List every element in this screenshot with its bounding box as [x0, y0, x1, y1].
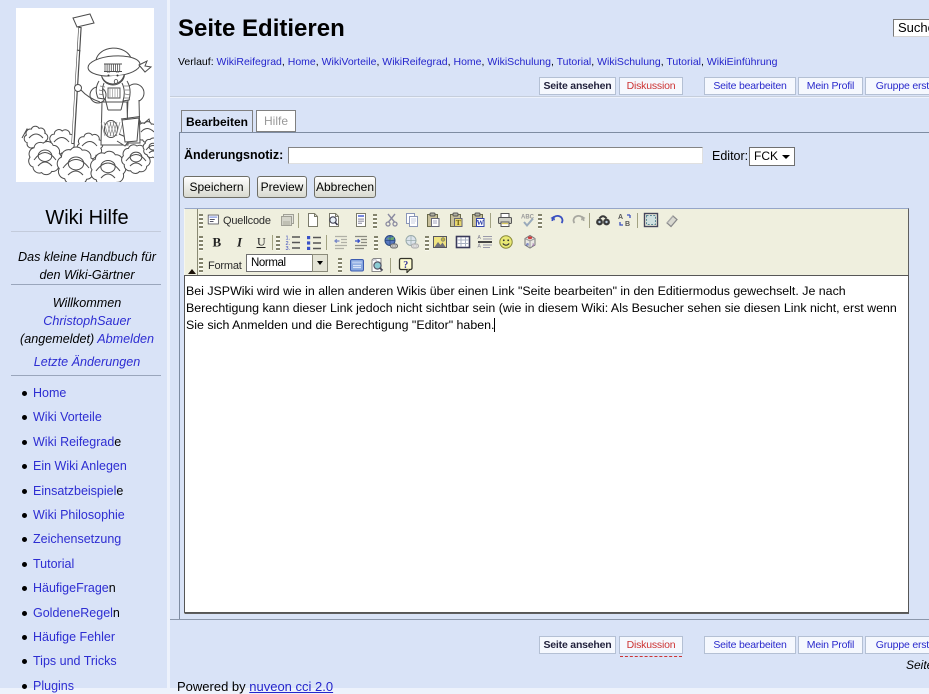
- svg-text:A: A: [618, 214, 623, 221]
- svg-text:A: A: [478, 235, 482, 241]
- svg-text:?: ?: [403, 260, 408, 271]
- svg-text:T: T: [456, 218, 461, 227]
- svg-text:B: B: [213, 235, 222, 250]
- svg-text:3.: 3.: [286, 246, 291, 250]
- svg-text:A: A: [478, 244, 482, 250]
- svg-text:a: a: [526, 242, 529, 248]
- svg-text:B: B: [625, 221, 630, 228]
- svg-text:I: I: [236, 235, 243, 250]
- svg-text:W: W: [476, 218, 484, 227]
- svg-text:U: U: [257, 235, 266, 249]
